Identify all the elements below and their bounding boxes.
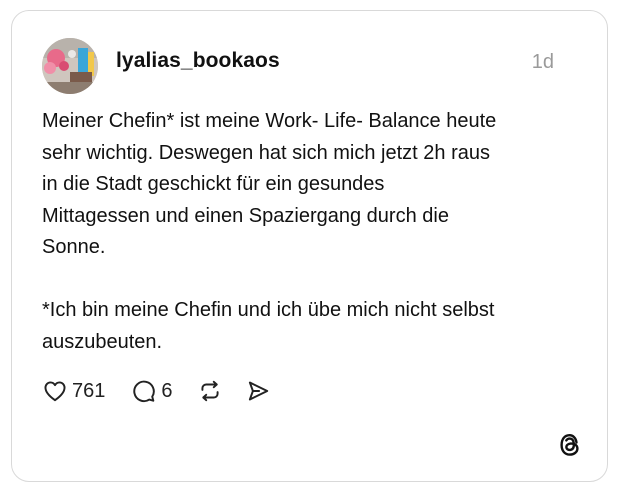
like-count: 761	[72, 379, 106, 402]
post-timestamp: 1d	[531, 51, 554, 73]
post-card: lyalias_bookaos 1d Meiner Chefin* ist me…	[11, 10, 608, 482]
post-body: Meiner Chefin* ist meine Work- Life- Bal…	[42, 106, 582, 358]
share-button[interactable]	[245, 378, 271, 404]
like-button[interactable]: 761	[42, 378, 105, 404]
avatar[interactable]	[42, 38, 98, 94]
reply-button[interactable]: 6	[131, 378, 173, 404]
repost-icon	[197, 378, 223, 404]
threads-logo-icon[interactable]	[557, 431, 583, 459]
comment-bubble-icon	[131, 378, 157, 404]
post-text-paragraph: *Ich bin meine Chefin und ich übe mich n…	[42, 299, 495, 353]
username[interactable]: lyalias_bookaos	[116, 49, 280, 73]
send-icon	[245, 378, 271, 404]
reply-count: 6	[161, 379, 173, 402]
post-text-paragraph: Meiner Chefin* ist meine Work- Life- Bal…	[42, 110, 497, 258]
avatar-image	[42, 38, 98, 94]
action-bar: 761 6	[42, 375, 271, 407]
heart-icon	[42, 378, 68, 404]
repost-button[interactable]	[197, 378, 223, 404]
